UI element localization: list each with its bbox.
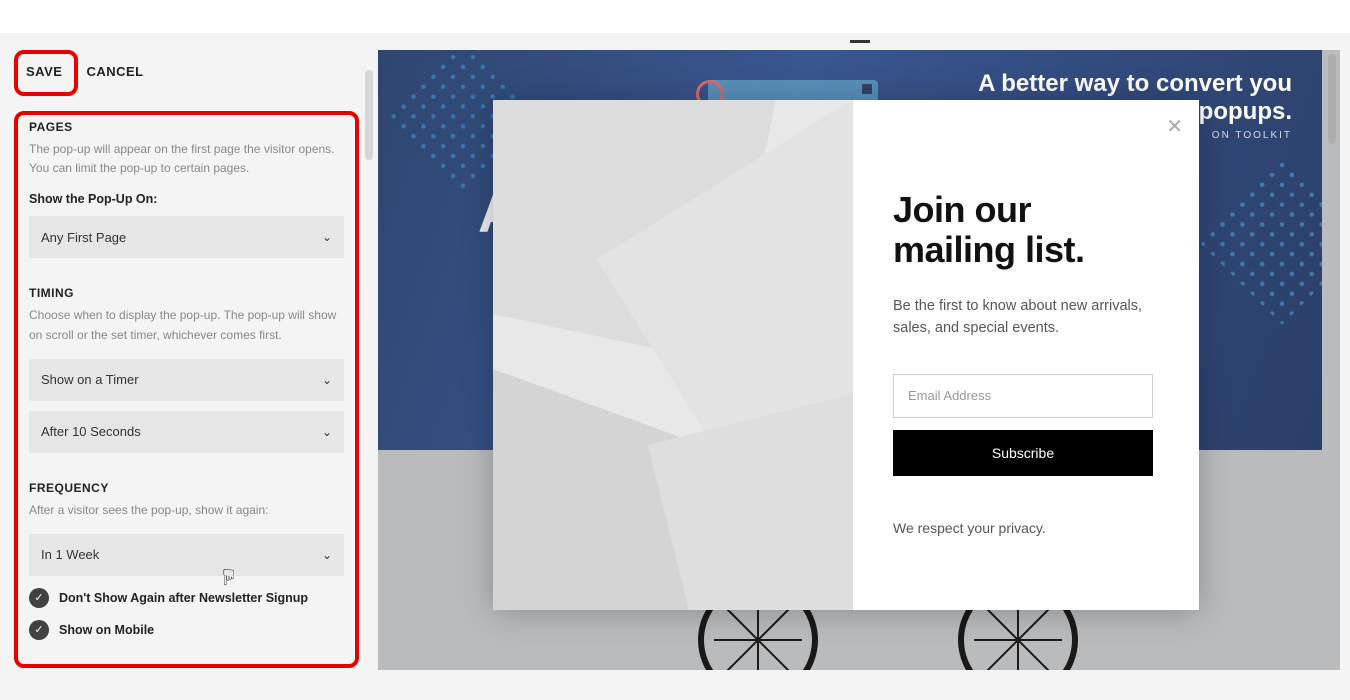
chevron-down-icon: ⌄	[322, 230, 332, 244]
popup-title-line2: mailing list.	[893, 230, 1159, 270]
timing-section-title: TIMING	[29, 286, 344, 300]
hero-headline-1: A better way to convert you	[978, 70, 1292, 98]
show-popup-on-dropdown[interactable]: Any First Page ⌄	[29, 216, 344, 258]
newsletter-signup-checkbox[interactable]: ✓	[29, 588, 49, 608]
frequency-section-desc: After a visitor sees the pop-up, show it…	[29, 501, 344, 520]
pages-section-desc: The pop-up will appear on the first page…	[29, 140, 344, 178]
newsletter-signup-label: Don't Show Again after Newsletter Signup	[59, 591, 308, 605]
email-input[interactable]: Email Address	[893, 374, 1153, 418]
privacy-note: We respect your privacy.	[893, 520, 1159, 536]
frequency-section-title: FREQUENCY	[29, 481, 344, 495]
show-popup-on-label: Show the Pop-Up On:	[29, 192, 344, 206]
cancel-button[interactable]: CANCEL	[80, 57, 149, 86]
frequency-dropdown[interactable]: In 1 Week ⌄	[29, 534, 344, 576]
popup-title-line1: Join our	[893, 190, 1159, 230]
preview-scrollbar[interactable]	[1328, 54, 1336, 144]
timing-delay-value: After 10 Seconds	[41, 424, 141, 439]
close-icon[interactable]: ✕	[1166, 114, 1183, 139]
decorative-dots	[1197, 155, 1322, 325]
timing-mode-dropdown[interactable]: Show on a Timer ⌄	[29, 359, 344, 401]
sidebar-scrollbar[interactable]	[365, 70, 373, 160]
show-popup-on-value: Any First Page	[41, 230, 126, 245]
chevron-down-icon: ⌄	[322, 548, 332, 562]
timing-mode-value: Show on a Timer	[41, 372, 139, 387]
chevron-down-icon: ⌄	[322, 373, 332, 387]
subscribe-button[interactable]: Subscribe	[893, 430, 1153, 476]
settings-sidebar: SAVE CANCEL PAGES The pop-up will appear…	[14, 33, 359, 670]
show-on-mobile-label: Show on Mobile	[59, 623, 154, 637]
mailing-list-popup: ✕ Join our mailing list. Be the first to…	[493, 100, 1199, 610]
chevron-down-icon: ⌄	[322, 425, 332, 439]
pages-section-title: PAGES	[29, 120, 344, 134]
page-preview: A A better way to convert you visitors w…	[378, 50, 1340, 670]
drag-handle[interactable]	[850, 40, 870, 43]
popup-image	[493, 100, 853, 610]
timing-delay-dropdown[interactable]: After 10 Seconds ⌄	[29, 411, 344, 453]
save-button[interactable]: SAVE	[14, 57, 74, 86]
show-on-mobile-checkbox[interactable]: ✓	[29, 620, 49, 640]
frequency-value: In 1 Week	[41, 547, 99, 562]
popup-subtitle: Be the first to know about new arrivals,…	[893, 295, 1159, 340]
timing-section-desc: Choose when to display the pop-up. The p…	[29, 306, 344, 344]
